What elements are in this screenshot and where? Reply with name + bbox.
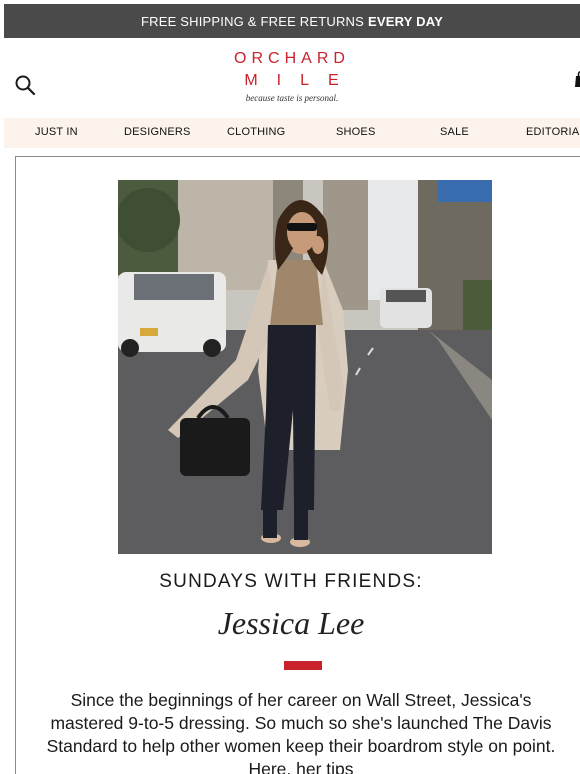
promo-banner[interactable]: FREE SHIPPING & FREE RETURNS EVERY DAY [4, 4, 580, 38]
logo-tagline: because taste is personal. [245, 93, 339, 103]
nav-item-clothing[interactable]: CLOTHING [227, 126, 285, 138]
nav-item-sale[interactable]: SALE [440, 126, 469, 138]
article-kicker: SUNDAYS WITH FRIENDS: [159, 571, 423, 592]
article-title[interactable]: Jessica Lee [16, 605, 566, 642]
article-body: Since the beginnings of her career on Wa… [46, 690, 556, 774]
main-nav: JUST IN DESIGNERS CLOTHING SHOES SALE ED… [4, 118, 580, 148]
nav-item-editorial[interactable]: EDITORIAL [526, 126, 580, 138]
logo-line-2: MILE [244, 72, 358, 89]
accent-divider [284, 661, 322, 670]
hero-image[interactable] [118, 180, 492, 554]
site-header: ORCHARD MILE because taste is personal. [4, 38, 580, 118]
logo-line-1: ORCHARD [234, 50, 350, 67]
nav-item-shoes[interactable]: SHOES [336, 126, 376, 138]
article-card: SUNDAYS WITH FRIENDS: Jessica Lee Since … [15, 156, 580, 774]
nav-item-designers[interactable]: DESIGNERS [124, 126, 191, 138]
promo-bold-text: EVERY DAY [368, 13, 444, 29]
shopping-bag-icon[interactable] [574, 70, 580, 88]
nav-item-just-in[interactable]: JUST IN [35, 126, 78, 138]
promo-text: FREE SHIPPING & FREE RETURNS [140, 13, 364, 29]
brand-logo[interactable]: ORCHARD MILE because taste is personal. [4, 50, 580, 103]
